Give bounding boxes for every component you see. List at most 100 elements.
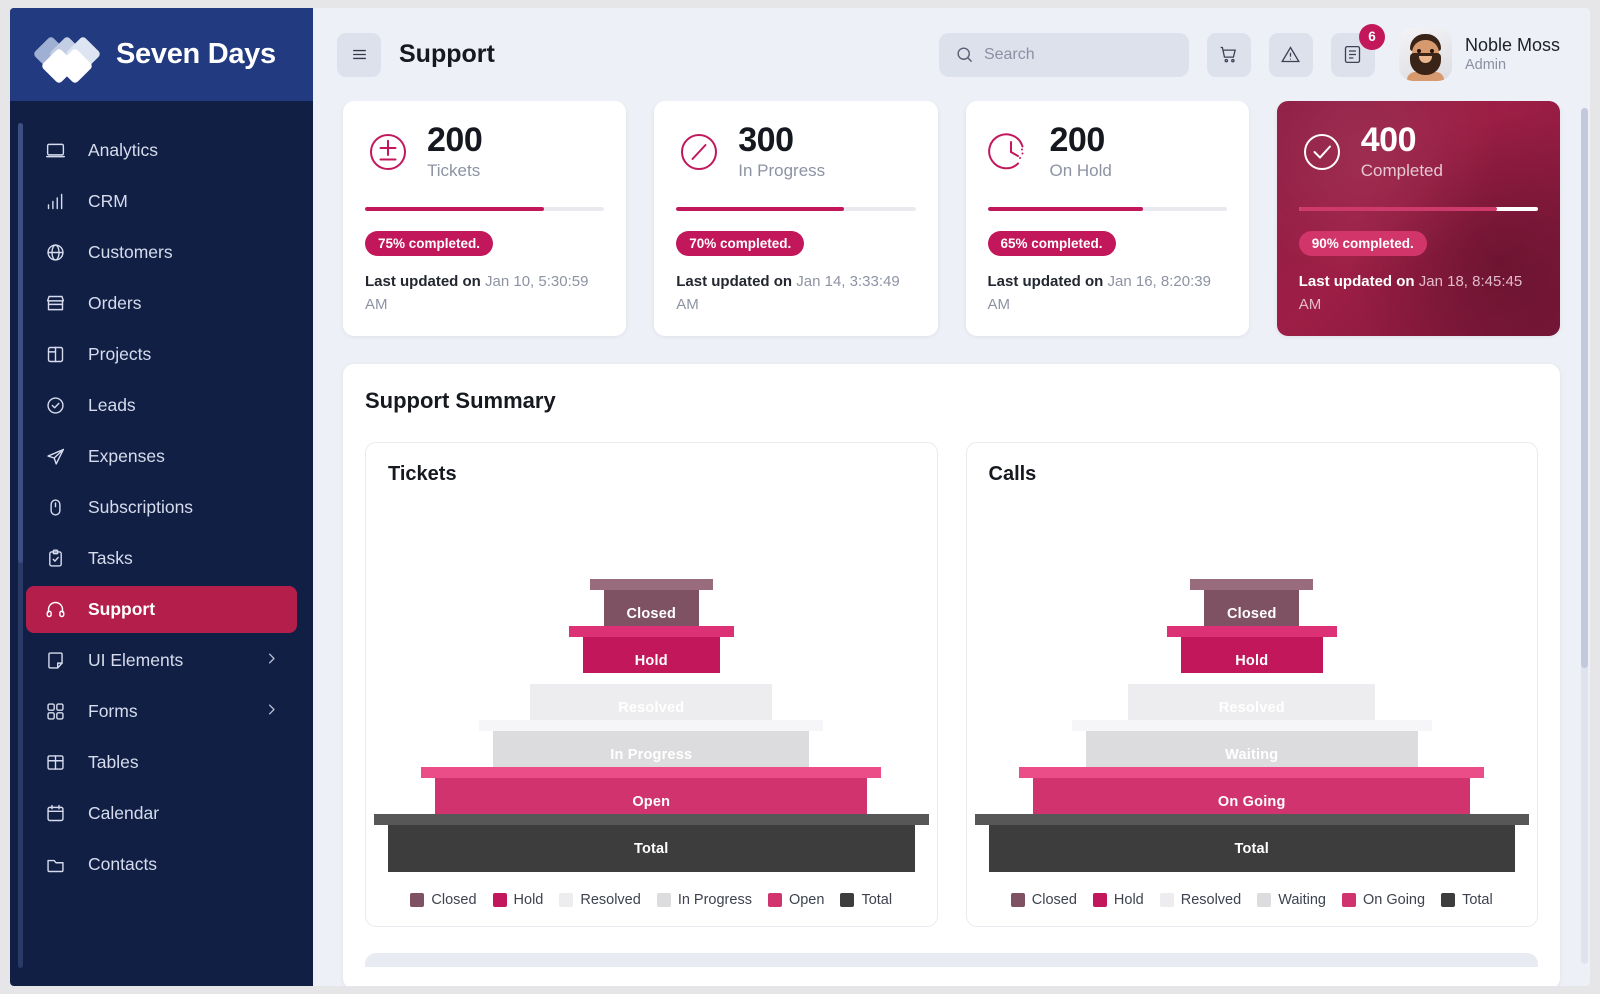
next-card-peek <box>365 953 1538 968</box>
sidebar-item-orders[interactable]: Orders <box>26 280 297 327</box>
stat-card-in-progress[interactable]: 300 In Progress 70% completed. Last updated… <box>654 101 938 337</box>
notes-button[interactable]: 6 <box>1330 23 1385 77</box>
sidebar-item-crm[interactable]: CRM <box>26 178 297 225</box>
sidebar-item-label: Expenses <box>88 446 165 466</box>
funnel-step-top <box>1166 626 1337 638</box>
legend-label: Total <box>861 892 893 909</box>
legend-item[interactable]: Hold <box>1092 892 1144 908</box>
sidebar-item-label: Tasks <box>88 548 133 568</box>
sidebar-item-ui-elements[interactable]: UI Elements <box>26 637 297 684</box>
legend-swatch <box>1010 893 1025 908</box>
cart-icon <box>1221 46 1237 63</box>
legend-item[interactable]: Closed <box>1010 892 1077 908</box>
progress-track <box>987 206 1227 211</box>
status-badge: 70% completed. <box>676 230 805 256</box>
stat-header: 200 On Hold <box>987 121 1227 181</box>
cart-button[interactable] <box>1206 32 1251 77</box>
profile-menu[interactable]: Noble Moss Admin <box>1398 28 1560 81</box>
chevron-right-icon <box>264 650 279 671</box>
sidebar-item-projects[interactable]: Projects <box>26 331 297 378</box>
profile-role: Admin <box>1464 57 1507 74</box>
legend-swatch <box>1092 893 1107 908</box>
legend-label: Resolved <box>580 892 641 909</box>
legend-item[interactable]: In Progress <box>656 892 752 908</box>
plus-minus-circle-icon <box>365 129 411 175</box>
sidebar-item-customers[interactable]: Customers <box>26 229 297 276</box>
laptop-icon <box>44 140 66 162</box>
funnel-step-top <box>589 579 713 591</box>
progress-track <box>1298 206 1538 211</box>
brand-logo[interactable]: Seven Days <box>10 8 313 101</box>
funnel-step-label: Closed <box>1226 605 1277 622</box>
last-updated-prefix: Last updated on <box>1298 272 1415 290</box>
store-icon <box>44 293 66 315</box>
sidebar-item-label: UI Elements <box>88 650 184 670</box>
sidebar-item-label: Analytics <box>88 140 159 160</box>
sidebar-scrollbar-thumb[interactable] <box>18 123 23 563</box>
alert-triangle-icon <box>1281 46 1301 63</box>
legend-swatch <box>656 893 671 908</box>
funnel-chart: Closed Hold Resolved Waiting On Going Total <box>974 486 1529 876</box>
search-input[interactable] <box>983 45 1173 64</box>
slash-circle-icon <box>676 129 722 175</box>
chart-card-calls: Calls Closed Hold Resolved Waiting On Going To… <box>965 442 1538 928</box>
last-updated-prefix: Last updated on <box>365 272 481 290</box>
funnel-step[interactable]: Total <box>974 814 1529 873</box>
stat-card-completed[interactable]: 400 Completed 90% completed. Last updated o… <box>1277 101 1560 336</box>
brand-name: Seven Days <box>116 38 276 70</box>
legend-item[interactable]: Total <box>1441 892 1493 908</box>
progress-track <box>676 206 916 211</box>
search-box[interactable] <box>938 32 1189 77</box>
sidebar-item-tasks[interactable]: Tasks <box>26 535 297 582</box>
funnel-step-top <box>1114 673 1390 685</box>
stat-card-tickets[interactable]: 200 Tickets 75% completed. Last updated on … <box>343 101 627 337</box>
legend-item[interactable]: Total <box>840 892 892 908</box>
sidebar-item-contacts[interactable]: Contacts <box>26 841 297 888</box>
notification-badge: 6 <box>1358 23 1385 50</box>
diamonds-logo-icon <box>32 33 104 84</box>
sidebar-item-expenses[interactable]: Expenses <box>26 433 297 480</box>
globe-icon <box>44 242 66 264</box>
sidebar-item-forms[interactable]: Forms <box>26 688 297 735</box>
legend-label: Open <box>788 892 825 909</box>
support-summary-panel: Support Summary Tickets Closed Hold Resolve… <box>343 364 1560 986</box>
sidebar-item-label: Customers <box>88 242 173 262</box>
funnel-step[interactable]: Total <box>374 814 929 873</box>
stat-value: 200 <box>1049 121 1106 159</box>
hamburger-icon[interactable] <box>337 32 381 77</box>
legend-item[interactable]: Resolved <box>1159 892 1241 908</box>
layout-icon <box>44 344 66 366</box>
profile-name: Noble Moss <box>1464 34 1560 55</box>
legend-item[interactable]: Open <box>767 892 825 909</box>
main-scrollbar[interactable] <box>1581 108 1588 964</box>
legend-swatch <box>840 893 855 908</box>
main-area: Support 6 Noble <box>313 8 1590 986</box>
legend-item[interactable]: Resolved <box>559 892 641 909</box>
sidebar-item-tables[interactable]: Tables <box>26 739 297 786</box>
user-avatar <box>1398 28 1452 81</box>
funnel-step-label: On Going <box>1217 793 1286 810</box>
stat-header: 200 Tickets <box>365 122 604 181</box>
status-badge: 65% completed. <box>987 230 1116 256</box>
stat-label: On Hold <box>1049 160 1112 180</box>
stat-card-on-hold[interactable]: 200 On Hold 65% completed. Last updated on … <box>965 101 1249 337</box>
alerts-button[interactable] <box>1268 32 1313 77</box>
stat-label: Completed <box>1360 160 1443 180</box>
sidebar-item-subscriptions[interactable]: Subscriptions <box>26 484 297 531</box>
legend-item[interactable]: Hold <box>492 892 543 908</box>
calendar-icon <box>44 803 66 825</box>
funnel-step-label: Open <box>632 793 671 810</box>
legend-item[interactable]: On Going <box>1342 892 1425 908</box>
legend-item[interactable]: Closed <box>410 892 477 908</box>
sidebar-item-leads[interactable]: Leads <box>26 382 297 429</box>
legend-item[interactable]: Waiting <box>1257 892 1326 908</box>
funnel-step-top <box>421 767 882 779</box>
sidebar-item-calendar[interactable]: Calendar <box>26 790 297 837</box>
sidebar-item-label: CRM <box>88 191 128 211</box>
chart-card-tickets: Tickets Closed Hold Resolved In Progress Open… <box>365 442 938 928</box>
search-icon <box>957 47 973 63</box>
progress-fill <box>365 206 545 211</box>
sidebar-item-analytics[interactable]: Analytics <box>26 127 297 174</box>
sidebar-item-support[interactable]: Support <box>26 586 297 633</box>
legend-swatch <box>410 893 425 908</box>
